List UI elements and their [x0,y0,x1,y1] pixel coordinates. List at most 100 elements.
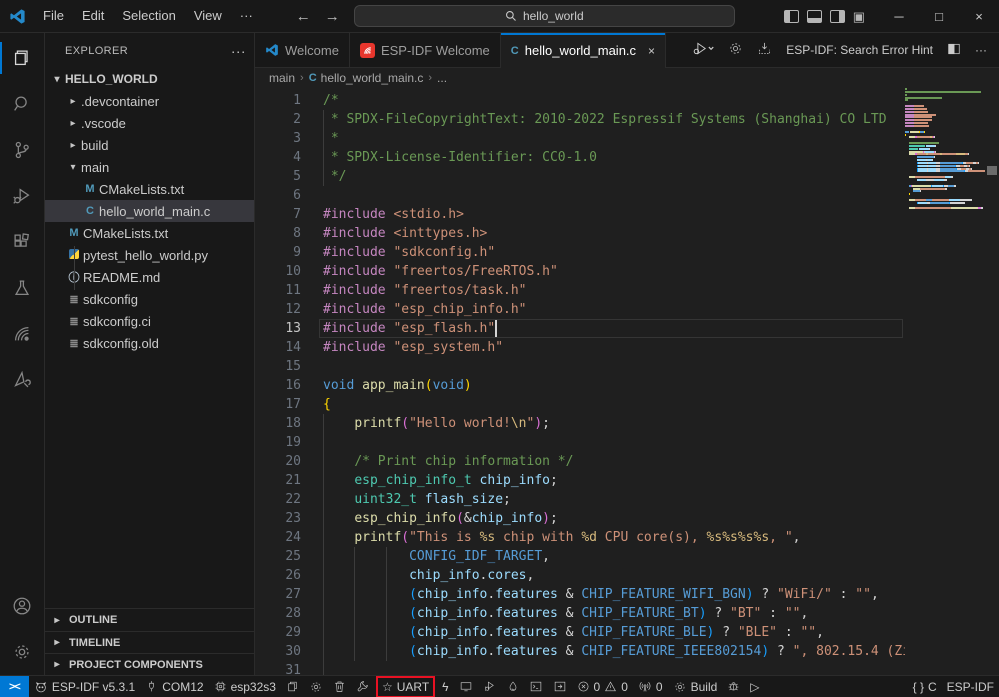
code-line-13[interactable]: 13#include "esp_flash.h" [255,319,905,338]
section-timeline[interactable]: ▸TIMELINE [45,631,254,653]
breadcrumb-folder[interactable]: main [269,71,295,85]
testing-icon[interactable] [0,265,45,311]
code-line-24[interactable]: 24 printf("This is %s chip with %d CPU c… [255,528,905,547]
ports-forwarded-item[interactable]: 0 [633,676,668,697]
split-editor-icon[interactable] [947,42,961,59]
code-line-19[interactable]: 19 [255,433,905,452]
monitor-device-icon[interactable] [454,676,478,697]
code-line-7[interactable]: 7#include <stdio.h> [255,205,905,224]
code-line-17[interactable]: 17{ [255,395,905,414]
toggle-panel-icon[interactable] [807,10,822,23]
esp-idf-version-item[interactable]: ESP-IDF v5.3.1 [29,676,140,697]
esp-idf-explorer-icon[interactable] [0,311,45,357]
customize-layout-icon[interactable]: ▣ [853,10,865,23]
tab-close-icon[interactable]: × [648,44,655,58]
remote-indicator[interactable]: >< [0,676,29,697]
debug-device-icon[interactable] [478,676,502,697]
code-line-29[interactable]: 29 (chip_info.features & CHIP_FEATURE_BL… [255,623,905,642]
language-mode-item[interactable]: { } C [908,676,942,697]
extensions-icon[interactable] [0,219,45,265]
tree-item--devcontainer[interactable]: ▸.devcontainer [45,90,254,112]
code-line-18[interactable]: 18 printf("Hello world!\n"); [255,414,905,433]
code-line-28[interactable]: 28 (chip_info.features & CHIP_FEATURE_BT… [255,604,905,623]
flash-device-item[interactable]: ϟ [437,676,453,697]
tab-esp-idf-welcome[interactable]: ESP-IDF Welcome [350,33,501,67]
gear-icon[interactable] [728,41,743,59]
code-line-8[interactable]: 8#include <inttypes.h> [255,224,905,243]
tree-item-sdkconfig[interactable]: ≣sdkconfig [45,288,254,310]
maximize-button[interactable]: □ [919,0,959,33]
flash-download-icon[interactable] [757,41,772,59]
esp-idf-tools-icon[interactable] [0,357,45,403]
explorer-more-actions-icon[interactable]: ··· [231,43,246,59]
code-line-2[interactable]: 2 * SPDX-FileCopyrightText: 2010-2022 Es… [255,110,905,129]
esp-idf-search-error-hint-button[interactable]: ESP-IDF: Search Error Hint [786,43,933,57]
menu-selection[interactable]: Selection [113,4,184,28]
serial-port-item[interactable]: COM12 [140,676,208,697]
menu-edit[interactable]: Edit [73,4,113,28]
code-line-16[interactable]: 16void app_main(void) [255,376,905,395]
tree-item--vscode[interactable]: ▸.vscode [45,112,254,134]
toggle-primary-sidebar-icon[interactable] [784,10,799,23]
problems-item[interactable]: 0 0 [572,676,633,697]
nav-forward-button[interactable]: → [325,8,340,25]
erase-flash-icon[interactable] [502,676,524,697]
command-center-search[interactable]: hello_world [354,5,735,27]
tree-item-pytest-hello-world-py[interactable]: pytest_hello_world.py [45,244,254,266]
breadcrumb-symbol[interactable]: ... [437,71,447,85]
toggle-secondary-sidebar-icon[interactable] [830,10,845,23]
code-line-25[interactable]: 25 CONFIG_IDF_TARGET, [255,547,905,566]
play-status-icon[interactable]: ▷ [745,676,764,697]
code-line-30[interactable]: 30 (chip_info.features & CHIP_FEATURE_IE… [255,642,905,661]
code-line-23[interactable]: 23 esp_chip_info(&chip_info); [255,509,905,528]
code-line-5[interactable]: 5 */ [255,167,905,186]
code-line-3[interactable]: 3 * [255,129,905,148]
code-line-11[interactable]: 11#include "freertos/task.h" [255,281,905,300]
close-button[interactable]: × [959,0,999,33]
build-item[interactable]: Build [668,676,723,697]
export-project-icon[interactable] [548,676,572,697]
accounts-icon[interactable] [0,583,45,629]
code-line-6[interactable]: 6 [255,186,905,205]
menu-overflow[interactable]: ··· [231,4,262,28]
code-line-12[interactable]: 12#include "esp_chip_info.h" [255,300,905,319]
project-folder-icon[interactable] [281,676,304,697]
explorer-icon[interactable] [0,35,45,81]
nav-back-button[interactable]: ← [296,8,311,25]
code-line-20[interactable]: 20 /* Print chip information */ [255,452,905,471]
tree-item-cmakelists-txt[interactable]: MCMakeLists.txt [45,178,254,200]
breadcrumb-file[interactable]: C hello_world_main.c [309,71,424,85]
editor-more-actions-icon[interactable]: ··· [975,43,987,57]
code-line-14[interactable]: 14#include "esp_system.h" [255,338,905,357]
settings-gear-icon[interactable] [0,629,45,675]
tree-item-build[interactable]: ▸build [45,134,254,156]
full-clean-trash-icon[interactable] [328,676,351,697]
debug-status-icon[interactable] [722,676,745,697]
tree-item-cmakelists-txt[interactable]: MCMakeLists.txt [45,222,254,244]
section-project-components[interactable]: ▸PROJECT COMPONENTS [45,653,254,675]
code-editor[interactable]: 1/*2 * SPDX-FileCopyrightText: 2010-2022… [255,88,999,675]
tab-welcome[interactable]: Welcome [255,33,350,67]
run-and-debug-icon[interactable] [0,173,45,219]
menuconfig-gear-icon[interactable] [304,676,328,697]
code-line-9[interactable]: 9#include "sdkconfig.h" [255,243,905,262]
menu-view[interactable]: View [185,4,231,28]
code-line-4[interactable]: 4 * SPDX-License-Identifier: CC0-1.0 [255,148,905,167]
code-line-21[interactable]: 21 esp_chip_info_t chip_info; [255,471,905,490]
flash-method-item[interactable]: ☆ UART [376,676,435,697]
code-line-27[interactable]: 27 (chip_info.features & CHIP_FEATURE_WI… [255,585,905,604]
tree-item-main[interactable]: ▾main [45,156,254,178]
section-outline[interactable]: ▸OUTLINE [45,609,254,631]
open-terminal-wrench-icon[interactable] [351,676,374,697]
terminal-icon[interactable] [524,676,548,697]
search-sidebar-icon[interactable] [0,81,45,127]
code-line-1[interactable]: 1/* [255,91,905,110]
minimap[interactable] [905,88,985,675]
tree-item-hello-world[interactable]: ▾HELLO_WORLD [45,68,254,90]
run-or-debug-button[interactable] [692,41,714,59]
tab-hello-world-main[interactable]: C hello_world_main.c × [501,33,666,68]
tree-item-readme-md[interactable]: ⓘREADME.md [45,266,254,288]
tree-item-sdkconfig-ci[interactable]: ≣sdkconfig.ci [45,310,254,332]
minimize-button[interactable]: ─ [879,0,919,33]
code-line-10[interactable]: 10#include "freertos/FreeRTOS.h" [255,262,905,281]
